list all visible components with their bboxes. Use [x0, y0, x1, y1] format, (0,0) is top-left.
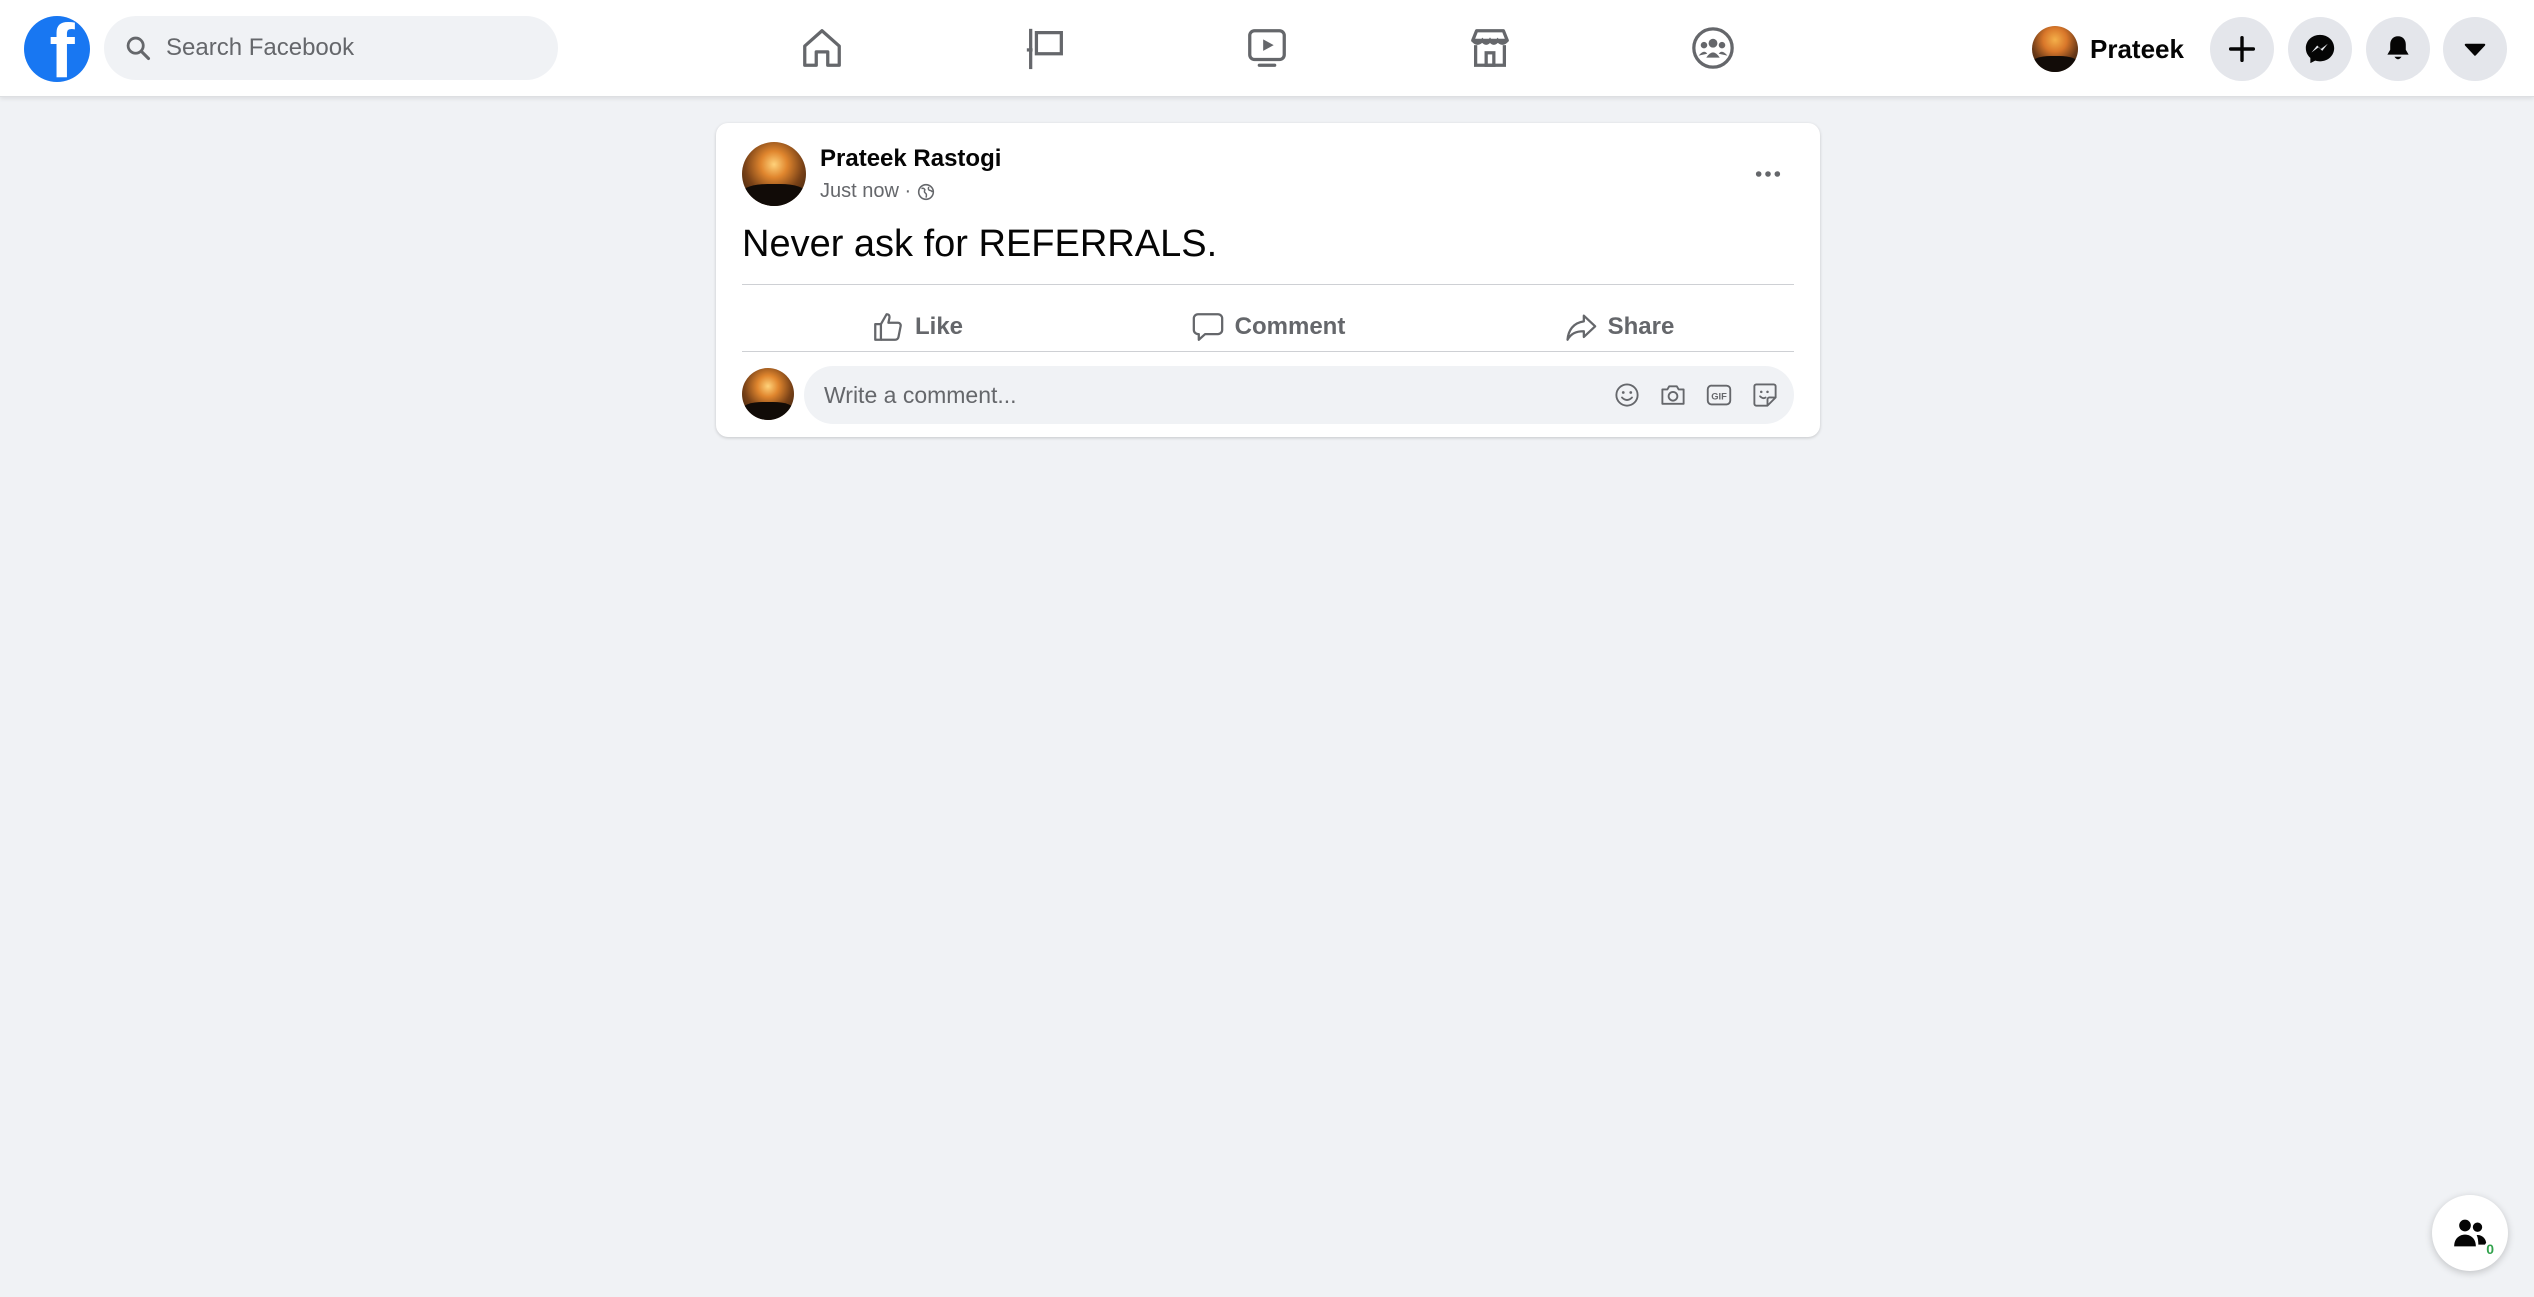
home-icon [803, 29, 841, 67]
messenger-icon [2305, 34, 2335, 64]
globe-icon[interactable] [917, 183, 935, 201]
gif-icon[interactable]: GIF [1704, 380, 1734, 410]
comment-button[interactable]: Comment [1093, 300, 1443, 354]
thumbs-up-icon [874, 313, 902, 341]
online-contacts-count: 0 [2484, 1241, 2496, 1257]
flag-icon [1026, 28, 1063, 70]
create-button[interactable] [2210, 17, 2274, 81]
comment-bubble-icon [1192, 313, 1223, 341]
post-author-name[interactable]: Prateek Rastogi [820, 145, 1001, 173]
facebook-logo[interactable]: f [24, 16, 90, 82]
post-timestamp[interactable]: Just now · [820, 180, 911, 203]
comment-composer[interactable]: GIF [804, 366, 1794, 424]
share-button[interactable]: Share [1444, 300, 1794, 354]
comment-tools: GIF [1612, 380, 1780, 410]
nav-pages[interactable] [1020, 22, 1072, 74]
comment-input[interactable] [824, 381, 1584, 409]
notifications-button[interactable] [2366, 17, 2430, 81]
avatar[interactable] [742, 142, 806, 206]
profile-name: Prateek [2090, 33, 2184, 64]
sticker-icon[interactable] [1750, 380, 1780, 410]
camera-icon[interactable] [1658, 380, 1688, 410]
post-card: Prateek Rastogi Just now · Never ask for… [716, 123, 1820, 437]
like-label: Like [914, 313, 964, 340]
nav-home[interactable] [796, 22, 848, 74]
top-navigation-bar: f Search Facebook Prateek [0, 0, 2534, 97]
avatar[interactable] [742, 368, 794, 420]
account-caret-icon [2464, 43, 2486, 56]
avatar [2032, 26, 2078, 72]
marketplace-icon [1471, 29, 1509, 67]
share-label: Share [1607, 313, 1675, 340]
messenger-button[interactable] [2288, 17, 2352, 81]
post-divider-bottom [742, 351, 1794, 352]
nav-watch[interactable] [1241, 22, 1293, 74]
emoji-icon[interactable] [1612, 380, 1642, 410]
nav-groups[interactable] [1687, 22, 1739, 74]
like-button[interactable]: Like [742, 300, 1092, 354]
video-icon [1248, 29, 1286, 67]
more-horizontal-icon [1755, 171, 1781, 177]
search-bar[interactable] [104, 16, 558, 80]
svg-text:GIF: GIF [1711, 391, 1727, 401]
notifications-bell-icon [2387, 36, 2409, 60]
search-input[interactable] [166, 34, 526, 62]
create-plus-icon [2228, 35, 2256, 63]
nav-marketplace[interactable] [1464, 22, 1516, 74]
groups-icon [1692, 27, 1734, 69]
post-text: Never ask for REFERRALS. [742, 223, 1218, 265]
post-divider-top [742, 284, 1794, 285]
post-meta: Just now · [820, 180, 935, 203]
account-menu-button[interactable] [2443, 17, 2507, 81]
contacts-button[interactable]: 0 [2432, 1195, 2508, 1271]
post-options-button[interactable] [1740, 146, 1796, 202]
profile-shortcut[interactable]: Prateek [2032, 22, 2184, 76]
comment-label: Comment [1234, 313, 1346, 340]
search-icon [126, 36, 151, 61]
share-arrow-icon [1566, 314, 1596, 341]
facebook-logo-letter: f [49, 16, 75, 82]
